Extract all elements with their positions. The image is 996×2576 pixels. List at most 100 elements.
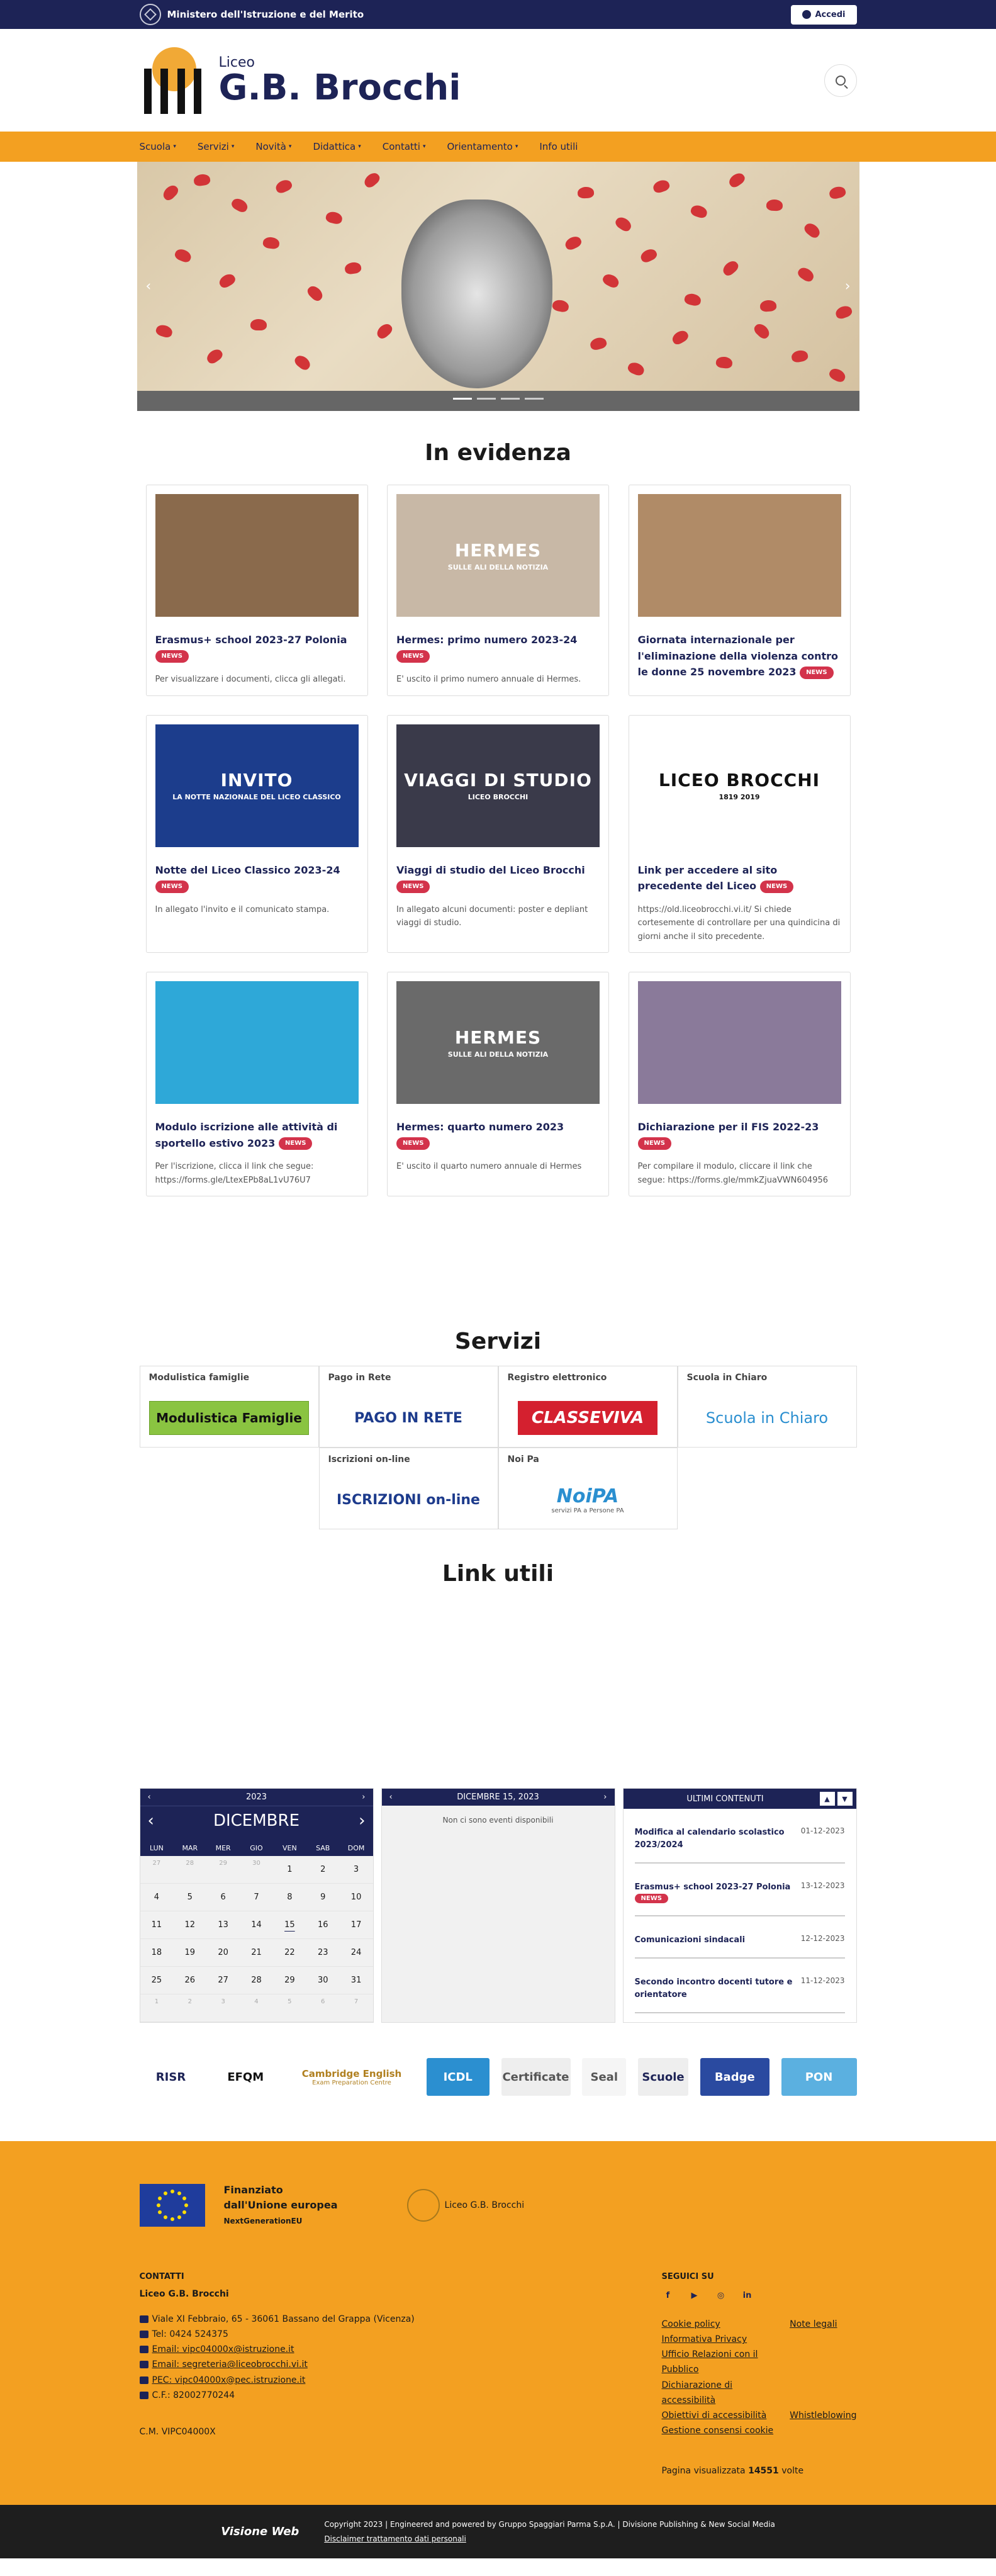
news-card-title[interactable]: Dichiarazione per il FIS 2022-23 NEWS bbox=[637, 1119, 841, 1151]
nav-item-novit[interactable]: Novità ▾ bbox=[255, 141, 291, 152]
calendar-day[interactable]: 23 bbox=[306, 1939, 340, 1967]
calendar-day[interactable]: 22 bbox=[272, 1939, 306, 1967]
news-card[interactable]: INVITO LA NOTTE NAZIONALE DEL LICEO CLASS… bbox=[145, 714, 368, 953]
partner-logo[interactable]: Cambridge English Exam Preparation Centre bbox=[289, 2058, 415, 2096]
footer-link[interactable]: Gestione consensi cookie bbox=[662, 2423, 775, 2438]
news-card-title[interactable]: Modulo iscrizione alle attività di sport… bbox=[155, 1119, 359, 1151]
calendar-day[interactable]: 27 bbox=[206, 1967, 240, 1995]
prev-year-icon[interactable]: ‹ bbox=[148, 1792, 151, 1802]
news-card[interactable]: Erasmus+ school 2023-27 Polonia NEWS Per … bbox=[145, 485, 368, 696]
news-card[interactable]: VIAGGI DI STUDIO LICEO BROCCHI Viaggi di s… bbox=[387, 714, 609, 953]
nav-item-infoutili[interactable]: Info utili bbox=[539, 141, 578, 152]
news-card[interactable]: LICEO BROCCHI 1819 2019 Link per accedere … bbox=[628, 714, 851, 953]
prev-month-icon[interactable]: ‹ bbox=[148, 1811, 154, 1830]
next-month-icon[interactable]: › bbox=[359, 1811, 365, 1830]
login-button[interactable]: Accedi bbox=[791, 4, 857, 25]
contact-line[interactable]: PEC: vipc04000x@pec.istruzione.it bbox=[139, 2373, 415, 2388]
calendar-day[interactable]: 29 bbox=[272, 1967, 306, 1995]
facebook-icon[interactable]: f bbox=[662, 2289, 674, 2302]
news-card[interactable]: HERMES SULLE ALI DELLA NOTIZIA Hermes: pri… bbox=[387, 485, 609, 696]
calendar-day[interactable]: 26 bbox=[173, 1967, 207, 1995]
calendar-day[interactable]: 20 bbox=[206, 1939, 240, 1967]
calendar-day[interactable]: 2 bbox=[306, 1856, 340, 1884]
calendar-day[interactable]: 24 bbox=[339, 1939, 373, 1967]
calendar-day[interactable]: 7 bbox=[240, 1884, 273, 1912]
service-noi-pa[interactable]: Noi Pa NoiPA servizi PA a Persone PA bbox=[498, 1448, 678, 1530]
latest-item[interactable]: Erasmus+ school 2023-27 Polonia NEWS 13-12… bbox=[634, 1864, 845, 1916]
calendar-day[interactable]: 18 bbox=[140, 1939, 174, 1967]
calendar-day[interactable]: 13 bbox=[206, 1911, 240, 1940]
news-card-image[interactable]: HERMES SULLE ALI DELLA NOTIZIA bbox=[396, 494, 600, 617]
news-card-image[interactable] bbox=[637, 981, 841, 1105]
news-card-title[interactable]: Erasmus+ school 2023-27 Polonia NEWS bbox=[155, 632, 359, 664]
partner-logo[interactable]: Seal bbox=[582, 2058, 627, 2096]
service-registro-elettronico[interactable]: Registro elettronico CLASSEVIVA bbox=[498, 1366, 678, 1448]
calendar-day[interactable]: 6 bbox=[206, 1884, 240, 1912]
calendar-day[interactable]: 14 bbox=[240, 1911, 273, 1940]
service-modulistica-famiglie[interactable]: Modulistica famiglie Modulistica Famiglie bbox=[139, 1366, 319, 1448]
news-card[interactable]: Modulo iscrizione alle attività di sport… bbox=[145, 972, 368, 1197]
news-card-title[interactable]: Viaggi di studio del Liceo Brocchi NEWS bbox=[396, 862, 600, 894]
latest-item-title[interactable]: Modifica al calendario scolastico 2023/2… bbox=[635, 1826, 795, 1851]
news-card-image[interactable] bbox=[155, 494, 359, 617]
footer-link[interactable]: Cookie policy bbox=[662, 2317, 775, 2332]
next-year-icon[interactable]: › bbox=[362, 1792, 365, 1802]
carousel-prev-icon[interactable]: ‹ bbox=[146, 279, 152, 295]
service-scuola-in-chiaro[interactable]: Scuola in Chiaro Scuola in Chiaro bbox=[677, 1366, 857, 1448]
news-card-title[interactable]: Notte del Liceo Classico 2023-24 NEWS bbox=[155, 862, 359, 894]
next-day-icon[interactable]: › bbox=[603, 1792, 607, 1802]
latest-item-title[interactable]: Erasmus+ school 2023-27 Polonia bbox=[635, 1881, 791, 1894]
chevron-down-icon[interactable]: ▼ bbox=[837, 1792, 853, 1806]
calendar-day[interactable]: 2 bbox=[173, 1994, 207, 2023]
disclaimer-link[interactable]: Disclaimer trattamento dati personali bbox=[324, 2534, 466, 2543]
calendar-day[interactable]: 30 bbox=[306, 1967, 340, 1995]
footer-link[interactable]: Whistleblowing bbox=[790, 2408, 856, 2423]
service-iscrizioni-on-line[interactable]: Iscrizioni on-line ISCRIZIONI on-line bbox=[318, 1448, 498, 1530]
calendar-day[interactable]: 4 bbox=[240, 1994, 273, 2023]
news-card-image[interactable]: HERMES SULLE ALI DELLA NOTIZIA bbox=[396, 981, 600, 1105]
calendar-day[interactable]: 21 bbox=[240, 1939, 273, 1967]
footer-link[interactable]: Informativa Privacy bbox=[662, 2332, 775, 2347]
nav-item-contatti[interactable]: Contatti ▾ bbox=[383, 141, 426, 152]
partner-logo[interactable]: Certificate bbox=[501, 2058, 571, 2096]
news-card-image[interactable]: INVITO LA NOTTE NAZIONALE DEL LICEO CLASS… bbox=[155, 724, 359, 847]
latest-item-title[interactable]: Secondo incontro docenti tutore e orient… bbox=[635, 1976, 795, 2001]
calendar-day[interactable]: 6 bbox=[306, 1994, 340, 2023]
calendar-day[interactable]: 25 bbox=[140, 1967, 174, 1995]
calendar-day[interactable]: 16 bbox=[306, 1911, 340, 1940]
service-pago-in-rete[interactable]: Pago in Rete PAGO IN RETE bbox=[318, 1366, 498, 1448]
contact-line[interactable]: Tel: 0424 524375 bbox=[139, 2327, 415, 2342]
nav-item-servizi[interactable]: Servizi ▾ bbox=[198, 141, 235, 152]
visione-web-logo[interactable]: Visione Web bbox=[221, 2525, 299, 2538]
calendar-day[interactable]: 8 bbox=[272, 1884, 306, 1912]
calendar-day[interactable]: 3 bbox=[206, 1994, 240, 2023]
calendar-day[interactable]: 30 bbox=[240, 1856, 273, 1884]
calendar-day[interactable]: 28 bbox=[173, 1856, 207, 1884]
contact-line[interactable]: Email: vipc04000x@istruzione.it bbox=[139, 2342, 415, 2357]
calendar-day[interactable]: 10 bbox=[339, 1884, 373, 1912]
instagram-icon[interactable]: ◎ bbox=[715, 2289, 727, 2302]
footer-link[interactable]: Note legali bbox=[790, 2317, 856, 2332]
carousel-next-icon[interactable]: › bbox=[845, 279, 851, 295]
news-card-title[interactable]: Hermes: primo numero 2023-24 NEWS bbox=[396, 632, 600, 664]
latest-item[interactable]: Secondo incontro docenti tutore e orient… bbox=[634, 1959, 845, 2014]
calendar-day[interactable]: 4 bbox=[140, 1884, 174, 1912]
hero-carousel[interactable]: ‹ › bbox=[137, 162, 859, 411]
calendar-day[interactable]: 1 bbox=[140, 1994, 174, 2023]
news-card-image[interactable] bbox=[155, 981, 359, 1105]
news-card[interactable]: HERMES SULLE ALI DELLA NOTIZIA Hermes: qua… bbox=[387, 972, 609, 1197]
latest-item-title[interactable]: Comunicazioni sindacali bbox=[635, 1934, 746, 1947]
calendar-day[interactable]: 1 bbox=[272, 1856, 306, 1884]
footer-link[interactable]: Dichiarazione di accessibilità bbox=[662, 2378, 775, 2408]
youtube-icon[interactable]: ▶ bbox=[688, 2289, 701, 2302]
footer-link[interactable]: Obiettivi di accessibilità bbox=[662, 2408, 775, 2423]
prev-day-icon[interactable]: ‹ bbox=[389, 1792, 393, 1802]
news-card[interactable]: Dichiarazione per il FIS 2022-23 NEWS Per… bbox=[628, 972, 851, 1197]
calendar-day[interactable]: 15 bbox=[272, 1911, 306, 1940]
news-card[interactable]: Giornata internazionale per l'eliminazio… bbox=[628, 485, 851, 696]
news-card-title[interactable]: Hermes: quarto numero 2023 NEWS bbox=[396, 1119, 600, 1151]
news-card-image[interactable]: LICEO BROCCHI 1819 2019 bbox=[637, 724, 841, 847]
calendar-day[interactable]: 12 bbox=[173, 1911, 207, 1940]
partner-logo[interactable]: EFQM bbox=[214, 2058, 277, 2096]
calendar-day[interactable]: 9 bbox=[306, 1884, 340, 1912]
